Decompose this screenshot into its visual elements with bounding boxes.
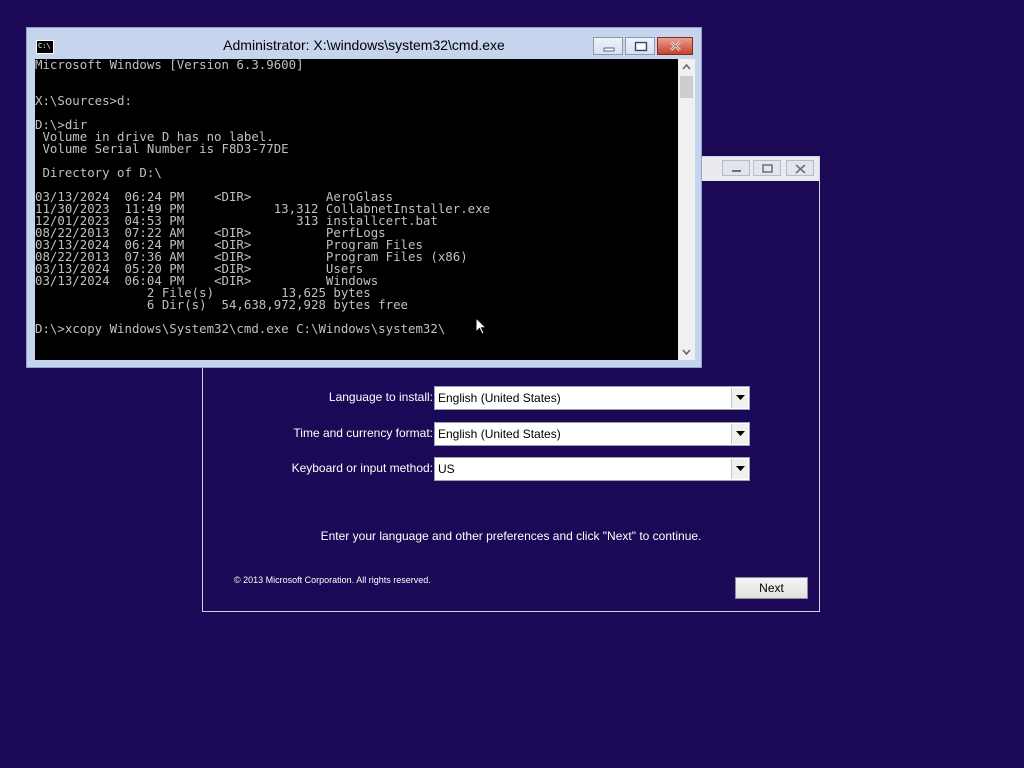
minimize-icon [603,47,615,52]
setup-minimize-button[interactable] [722,160,750,176]
setup-maximize-button[interactable] [753,160,781,176]
chevron-down-icon [682,349,691,356]
copyright-notice: © 2013 Microsoft Corporation. All rights… [234,575,431,585]
console-line: X:\Sources>d: [35,93,132,108]
language-row: Language to install: English (United Sta… [203,386,819,410]
close-icon [670,41,681,51]
setup-close-button[interactable] [786,160,814,176]
chevron-down-icon [736,466,745,471]
keyboard-dropdown-button[interactable] [731,459,748,479]
chevron-down-icon [736,431,745,436]
console-area[interactable]: Microsoft Windows [Version 6.3.9600] X:\… [35,57,678,360]
maximize-icon [634,41,648,52]
console-scrollbar[interactable] [678,59,695,360]
console-line: Microsoft Windows [Version 6.3.9600] [35,57,304,72]
setup-instructions: Enter your language and other preference… [320,529,702,543]
scroll-down-button[interactable] [678,344,695,360]
keyboard-row: Keyboard or input method: US [203,457,819,481]
language-select[interactable]: English (United States) [434,386,750,410]
restore-icon [762,164,773,173]
chevron-up-icon [682,63,691,70]
cmd-minimize-button[interactable] [593,37,623,55]
console-line: Directory of D:\ [35,165,162,180]
language-label: Language to install: [328,390,433,404]
close-icon [795,164,806,174]
language-dropdown-button[interactable] [731,388,748,408]
mouse-pointer-icon [475,317,488,335]
time-currency-select-value: English (United States) [438,427,561,441]
console-line: 6 Dir(s) 54,638,972,928 bytes free [35,297,408,312]
console-line: D:\>xcopy Windows\System32\cmd.exe C:\Wi… [35,321,446,336]
time-currency-select[interactable]: English (United States) [434,422,750,446]
console-line: Volume Serial Number is F8D3-77DE [35,141,289,156]
chevron-down-icon [736,395,745,400]
cmd-titlebar[interactable]: C:\ Administrator: X:\windows\system32\c… [27,28,701,59]
language-select-value: English (United States) [438,391,561,405]
next-button[interactable]: Next [735,577,808,599]
cmd-close-button[interactable] [657,37,693,55]
keyboard-select[interactable]: US [434,457,750,481]
keyboard-label: Keyboard or input method: [291,461,433,475]
time-currency-dropdown-button[interactable] [731,424,748,444]
time-currency-row: Time and currency format: English (Unite… [203,422,819,446]
command-prompt-window: C:\ Administrator: X:\windows\system32\c… [26,27,702,368]
scroll-thumb[interactable] [680,76,693,98]
keyboard-select-value: US [438,462,455,476]
scroll-up-button[interactable] [678,59,695,75]
minimize-icon [732,170,741,172]
time-currency-label: Time and currency format: [293,426,433,440]
console-output: Microsoft Windows [Version 6.3.9600] X:\… [35,57,490,336]
cmd-maximize-button[interactable] [625,37,655,55]
